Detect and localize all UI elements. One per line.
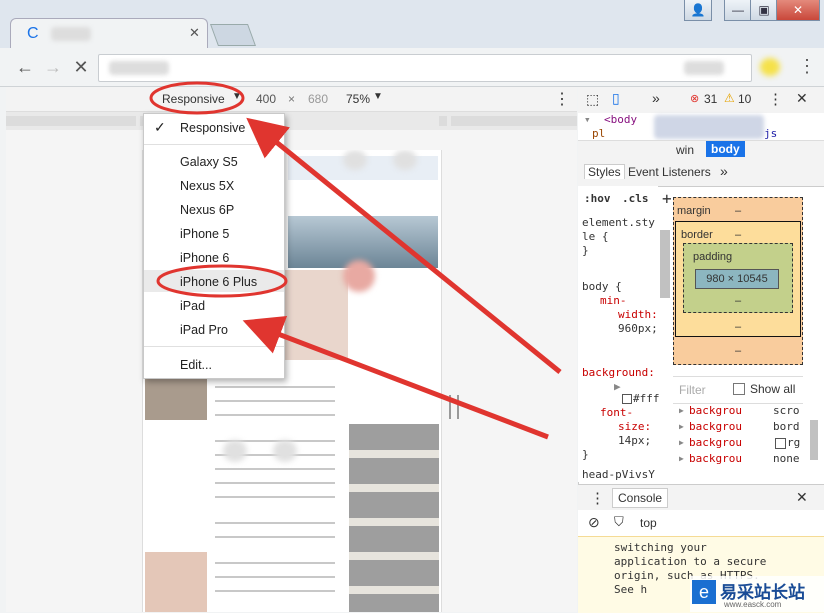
annotation-arrow bbox=[242, 316, 549, 440]
watermark: e 易采站长站 www.easck.com bbox=[690, 576, 824, 612]
watermark-logo-icon: e bbox=[692, 580, 716, 604]
annotation-arrow bbox=[246, 117, 562, 374]
watermark-subtitle: www.easck.com bbox=[724, 600, 782, 609]
annotation-ellipse-responsive bbox=[149, 81, 245, 115]
annotation-ellipse-iphone6plus bbox=[156, 264, 288, 298]
annotation-overlay bbox=[149, 81, 562, 440]
